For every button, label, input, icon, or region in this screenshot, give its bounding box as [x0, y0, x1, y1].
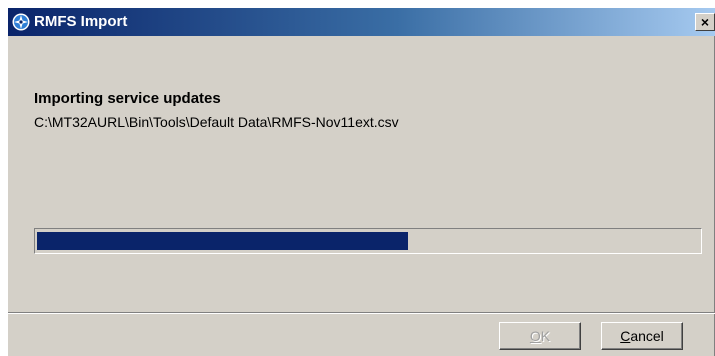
cancel-access-key: C	[620, 328, 631, 344]
rmfs-import-dialog: RMFS Import × Importing service updates …	[8, 8, 715, 356]
button-separator	[8, 312, 715, 314]
status-heading: Importing service updates	[34, 90, 221, 107]
app-icon	[12, 13, 30, 31]
import-progress-bar	[34, 228, 702, 254]
ok-access-key: O	[529, 328, 541, 344]
cancel-label-rest: ancel	[630, 328, 664, 344]
ok-label-rest: K	[540, 328, 551, 344]
ok-button[interactable]: OK	[499, 322, 581, 350]
close-icon: ×	[700, 14, 710, 30]
cancel-button[interactable]: Cancel	[601, 322, 683, 350]
window-title: RMFS Import	[34, 13, 128, 30]
title-bar[interactable]: RMFS Import ×	[8, 8, 715, 36]
close-button[interactable]: ×	[695, 13, 715, 31]
file-path-label: C:\MT32AURL\Bin\Tools\Default Data\RMFS-…	[34, 114, 399, 130]
progress-fill	[37, 232, 408, 250]
